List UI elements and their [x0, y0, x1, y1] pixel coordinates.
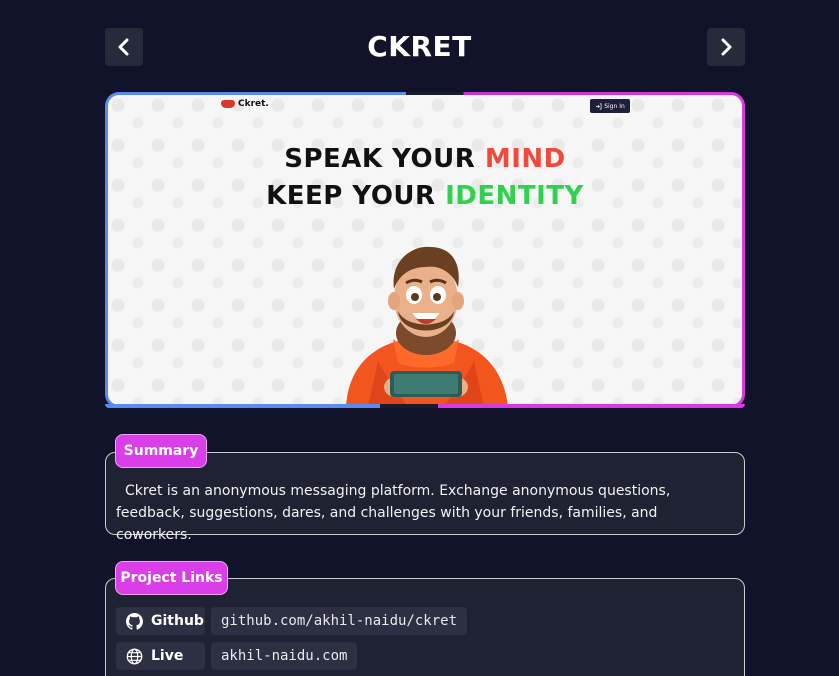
- headline-line-1: SPEAK YOUR MIND: [108, 144, 742, 174]
- github-link-label[interactable]: Github: [116, 607, 205, 635]
- summary-badge: Summary: [115, 434, 207, 468]
- globe-icon: [126, 648, 143, 664]
- screenshot-canvas: Ckret. Sign In SPEAK YOUR MIND KEEP YOUR…: [108, 95, 742, 405]
- github-link-row: Github github.com/akhil-naidu/ckret: [116, 607, 468, 635]
- cartoon-character-illustration: [346, 246, 508, 405]
- headline-2-text: KEEP YOUR: [266, 181, 446, 211]
- headline-1-text: SPEAK YOUR: [284, 144, 485, 174]
- github-url-link[interactable]: github.com/akhil-naidu/ckret: [211, 607, 468, 635]
- headline-1-highlight: MIND: [484, 144, 566, 174]
- project-links-badge: Project Links: [115, 561, 228, 595]
- live-url-link[interactable]: akhil-naidu.com: [211, 642, 358, 670]
- preview-progress-bar: [105, 404, 745, 408]
- live-link-row: Live akhil-naidu.com: [116, 642, 358, 670]
- preview-signin-label: Sign In: [604, 102, 625, 110]
- preview-signin-button: Sign In: [590, 99, 630, 113]
- summary-text: Ckret is an anonymous messaging platform…: [116, 483, 671, 543]
- chevron-right-icon: [721, 38, 732, 56]
- project-screenshot: Ckret. Sign In SPEAK YOUR MIND KEEP YOUR…: [105, 92, 745, 408]
- live-label-text: Live: [151, 648, 184, 664]
- preview-logo: Ckret.: [221, 99, 269, 109]
- headline-line-2: KEEP YOUR IDENTITY: [108, 181, 742, 211]
- login-icon: [596, 103, 602, 109]
- preview-logo-text: Ckret.: [238, 99, 269, 109]
- headline-2-highlight: IDENTITY: [445, 181, 584, 211]
- github-icon: [126, 612, 143, 630]
- live-link-label[interactable]: Live: [116, 642, 205, 670]
- mask-logo-icon: [221, 100, 235, 108]
- project-detail-page: CKRET Ckret. Sign In SPEAK YOUR MIND KEE…: [0, 0, 839, 676]
- github-label-text: Github: [151, 613, 204, 629]
- next-project-button[interactable]: [707, 28, 745, 66]
